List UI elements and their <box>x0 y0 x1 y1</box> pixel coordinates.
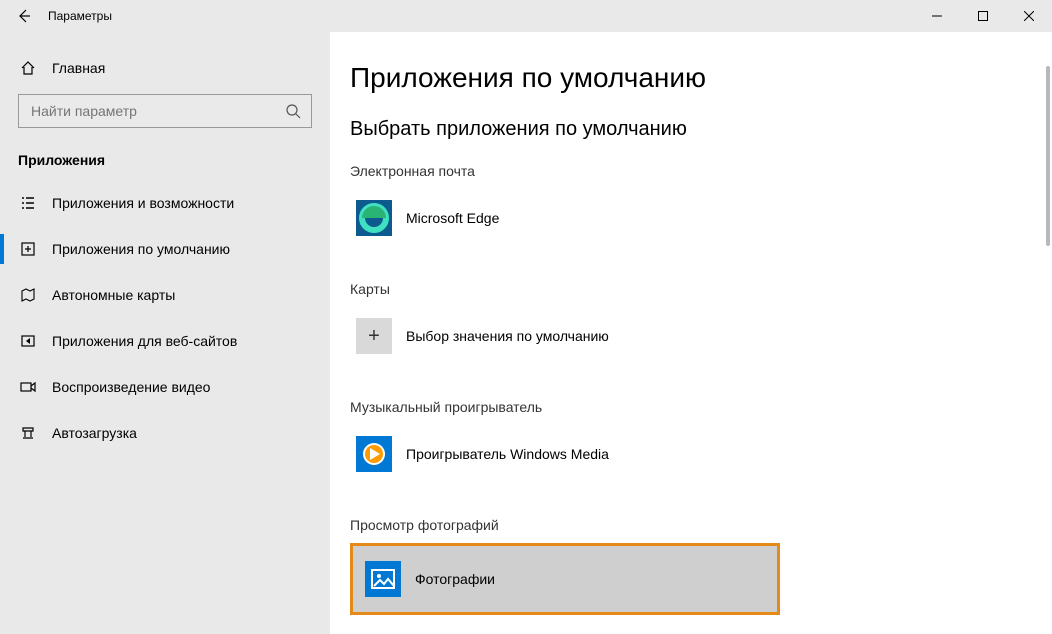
app-name-maps: Выбор значения по умолчанию <box>406 328 609 344</box>
defaults-icon <box>18 241 38 257</box>
app-name-music: Проигрыватель Windows Media <box>406 446 609 462</box>
titlebar: Параметры <box>0 0 1052 32</box>
offline-maps-icon <box>18 287 38 303</box>
search-box[interactable] <box>18 94 312 128</box>
maximize-icon <box>978 11 988 21</box>
sidebar-item-apps-features[interactable]: Приложения и возможности <box>0 180 330 226</box>
search-icon <box>285 103 301 119</box>
minimize-button[interactable] <box>914 0 960 32</box>
app-name-email: Microsoft Edge <box>406 210 499 226</box>
wmp-icon <box>356 436 392 472</box>
sidebar-home[interactable]: Главная <box>0 52 330 84</box>
sidebar-home-label: Главная <box>52 60 105 76</box>
category-label-email: Электронная почта <box>350 163 1052 179</box>
sidebar-item-label: Автономные карты <box>52 287 175 303</box>
app-name-photos: Фотографии <box>415 571 495 587</box>
page-title: Приложения по умолчанию <box>350 62 1052 94</box>
search-input[interactable] <box>29 102 285 120</box>
sidebar: Главная Приложения Приложения и возможно… <box>0 32 330 634</box>
app-tile-music[interactable]: Проигрыватель Windows Media <box>350 425 780 483</box>
sidebar-item-label: Воспроизведение видео <box>52 379 210 395</box>
close-icon <box>1024 11 1034 21</box>
sidebar-item-label: Приложения и возможности <box>52 195 234 211</box>
close-button[interactable] <box>1006 0 1052 32</box>
app-tile-photos[interactable]: Фотографии <box>350 543 780 615</box>
home-icon <box>18 60 38 76</box>
maximize-button[interactable] <box>960 0 1006 32</box>
sidebar-item-default-apps[interactable]: Приложения по умолчанию <box>0 226 330 272</box>
category-label-maps: Карты <box>350 281 1052 297</box>
sidebar-item-web-apps[interactable]: Приложения для веб-сайтов <box>0 318 330 364</box>
edge-icon <box>356 200 392 236</box>
video-icon <box>18 379 38 395</box>
scrollbar[interactable] <box>1046 66 1050 246</box>
plus-icon: + <box>356 318 392 354</box>
arrow-left-icon <box>16 8 32 24</box>
web-apps-icon <box>18 333 38 349</box>
category-label-photos: Просмотр фотографий <box>350 517 1052 533</box>
sidebar-item-startup[interactable]: Автозагрузка <box>0 410 330 456</box>
app-tile-maps[interactable]: + Выбор значения по умолчанию <box>350 307 780 365</box>
content-area: Приложения по умолчанию Выбрать приложен… <box>330 32 1052 634</box>
photos-icon <box>365 561 401 597</box>
list-icon <box>18 195 38 211</box>
back-button[interactable] <box>0 0 48 32</box>
sidebar-section-title: Приложения <box>0 146 330 180</box>
sidebar-item-label: Автозагрузка <box>52 425 137 441</box>
startup-icon <box>18 425 38 441</box>
app-tile-email[interactable]: Microsoft Edge <box>350 189 780 247</box>
sidebar-item-label: Приложения для веб-сайтов <box>52 333 237 349</box>
sidebar-item-video-playback[interactable]: Воспроизведение видео <box>0 364 330 410</box>
sidebar-item-label: Приложения по умолчанию <box>52 241 230 257</box>
page-subtitle: Выбрать приложения по умолчанию <box>350 118 1052 141</box>
sidebar-item-offline-maps[interactable]: Автономные карты <box>0 272 330 318</box>
minimize-icon <box>932 11 942 21</box>
category-label-music: Музыкальный проигрыватель <box>350 399 1052 415</box>
window-title: Параметры <box>48 9 112 23</box>
